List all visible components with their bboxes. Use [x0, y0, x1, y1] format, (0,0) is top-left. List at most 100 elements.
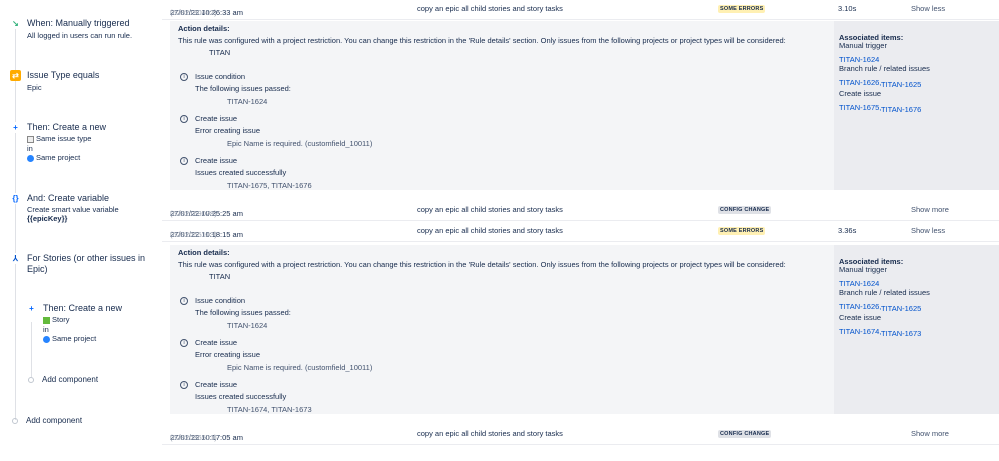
- issue-link[interactable]: TITAN-1676: [881, 105, 921, 114]
- details-project: TITAN: [209, 48, 231, 57]
- details-heading: Action details:: [178, 248, 230, 257]
- branch-action-line1: Story: [43, 315, 70, 325]
- audit-log: 27/01/22 10:26:33 am (6282190412) copy a…: [162, 0, 999, 461]
- status-badge: CONFIG CHANGE: [718, 206, 772, 214]
- detail-item-value: TITAN-1674, TITAN-1673: [227, 405, 312, 414]
- issue-link[interactable]: TITAN-1624: [839, 279, 879, 288]
- toggle-details-link[interactable]: Show less: [911, 4, 945, 13]
- details-project: TITAN: [209, 272, 231, 281]
- add-component-inner-label: Add component: [42, 375, 99, 384]
- issue-link[interactable]: TITAN-1625: [881, 80, 921, 89]
- issue-link[interactable]: TITAN-1674,: [839, 327, 881, 336]
- log-id: (6282036501): [170, 433, 217, 442]
- details-description: This rule was configured with a project …: [178, 36, 786, 45]
- log-row[interactable]: 27/01/22 10:26:33 am (6282190412) copy a…: [162, 0, 999, 20]
- detail-item-subtitle: The following issues passed:: [195, 84, 291, 93]
- trigger-title: When: Manually triggered: [27, 18, 130, 28]
- add-dot-icon: [12, 417, 18, 424]
- issue-link[interactable]: TITAN-1624: [839, 55, 879, 64]
- braces-icon: {}: [10, 193, 21, 204]
- toggle-details-link[interactable]: Show more: [911, 429, 949, 438]
- assoc-branch: Branch rule / related issues: [839, 64, 930, 73]
- log-row[interactable]: 27/01/22 10:17:05 am (6282036501) copy a…: [162, 425, 999, 445]
- action-details-panel: Action details: This rule was configured…: [170, 21, 999, 190]
- detail-item-title: Issue condition: [195, 296, 246, 305]
- detail-item-subtitle: The following issues passed:: [195, 308, 291, 317]
- action-line3: Same project: [27, 153, 80, 163]
- action-title: Then: Create a new: [27, 122, 107, 132]
- detail-item-title: Create issue: [195, 114, 238, 123]
- branch-action-line3-text: Same project: [52, 334, 97, 343]
- details-heading: Action details:: [178, 24, 230, 33]
- project-icon: [27, 154, 34, 162]
- branch-icon: ⅄: [10, 253, 21, 264]
- info-icon: i: [180, 73, 188, 81]
- action-line3-text: Same project: [36, 153, 81, 162]
- detail-item-value: TITAN-1624: [227, 97, 268, 106]
- project-icon: [43, 335, 50, 343]
- status-badge: SOME ERRORS: [718, 5, 766, 13]
- issue-link[interactable]: TITAN-1625: [881, 304, 921, 313]
- detail-item-subtitle: Error creating issue: [195, 350, 261, 359]
- add-dot-icon: [28, 376, 34, 383]
- detail-item-value: TITAN-1624: [227, 321, 268, 330]
- toggle-details-link[interactable]: Show more: [911, 205, 949, 214]
- log-row[interactable]: 27/01/22 10:18:15 am (6282055143) copy a…: [162, 222, 999, 242]
- issue-link[interactable]: TITAN-1626,: [839, 78, 881, 87]
- branch-action-title: Then: Create a new: [43, 303, 123, 313]
- log-duration: 3.10s: [838, 4, 857, 13]
- associated-items-panel: Associated items: Manual trigger TITAN-1…: [834, 245, 999, 414]
- variable-line2: {{epicKey}}: [27, 214, 68, 223]
- condition-icon: ⇄: [10, 70, 21, 81]
- log-rule-name: copy an epic all child stories and story…: [417, 226, 563, 235]
- add-component-inner[interactable]: Add component: [28, 375, 98, 384]
- issue-link[interactable]: TITAN-1673: [881, 329, 921, 338]
- assoc-trigger: Manual trigger: [839, 265, 887, 274]
- detail-item-title: Create issue: [195, 380, 238, 389]
- add-component-outer[interactable]: Add component: [12, 416, 82, 425]
- variable-title: And: Create variable: [27, 193, 110, 203]
- toggle-details-link[interactable]: Show less: [911, 226, 945, 235]
- log-rule-name: copy an epic all child stories and story…: [417, 205, 563, 214]
- assoc-create-issue: Create issue: [839, 89, 882, 98]
- plus-icon: +: [26, 303, 37, 314]
- branch-title2: Epic): [27, 264, 48, 274]
- detail-item-value: TITAN-1675, TITAN-1676: [227, 181, 312, 190]
- issue-link[interactable]: TITAN-1675,: [839, 103, 881, 112]
- condition-sub: Epic: [27, 83, 42, 92]
- info-icon: i: [180, 115, 188, 123]
- log-duration: 3.36s: [838, 226, 857, 235]
- assoc-create-issue: Create issue: [839, 313, 882, 322]
- detail-item-subtitle: Issues created successfully: [195, 168, 287, 177]
- rule-editor-panel: ↘ When: Manually triggered All logged in…: [0, 0, 162, 461]
- issue-link[interactable]: TITAN-1626,: [839, 302, 881, 311]
- trigger-icon: ↘: [10, 18, 21, 29]
- log-id: (6282190412): [170, 8, 217, 17]
- details-description: This rule was configured with a project …: [178, 260, 786, 269]
- log-rule-name: copy an epic all child stories and story…: [417, 429, 563, 438]
- status-badge: CONFIG CHANGE: [718, 430, 772, 438]
- branch-action-line3: Same project: [43, 334, 96, 344]
- action-line1-text: Same issue type: [36, 134, 92, 143]
- detail-item-title: Issue condition: [195, 72, 246, 81]
- info-icon: i: [180, 157, 188, 165]
- detail-item-title: Create issue: [195, 338, 238, 347]
- detail-item-value: Epic Name is required. (customfield_1001…: [227, 363, 373, 372]
- detail-item-value: Epic Name is required. (customfield_1001…: [227, 139, 373, 148]
- detail-item-title: Create issue: [195, 156, 238, 165]
- info-icon: i: [180, 297, 188, 305]
- log-id: (6282169078): [170, 209, 217, 218]
- story-icon: [43, 316, 50, 324]
- associated-items-panel: Associated items: Manual trigger TITAN-1…: [834, 21, 999, 190]
- info-icon: i: [180, 339, 188, 347]
- action-line1: Same issue type: [27, 134, 91, 144]
- condition-title: Issue Type equals: [27, 70, 100, 80]
- add-component-outer-label: Add component: [26, 416, 83, 425]
- trigger-sub: All logged in users can run rule.: [27, 31, 133, 40]
- assoc-branch: Branch rule / related issues: [839, 288, 930, 297]
- detail-item-subtitle: Issues created successfully: [195, 392, 287, 401]
- branch-title: For Stories (or other issues in: [27, 253, 146, 263]
- log-row[interactable]: 27/01/22 10:25:25 am (6282169078) copy a…: [162, 201, 999, 221]
- branch-flow-line: [31, 322, 32, 377]
- assoc-trigger: Manual trigger: [839, 41, 887, 50]
